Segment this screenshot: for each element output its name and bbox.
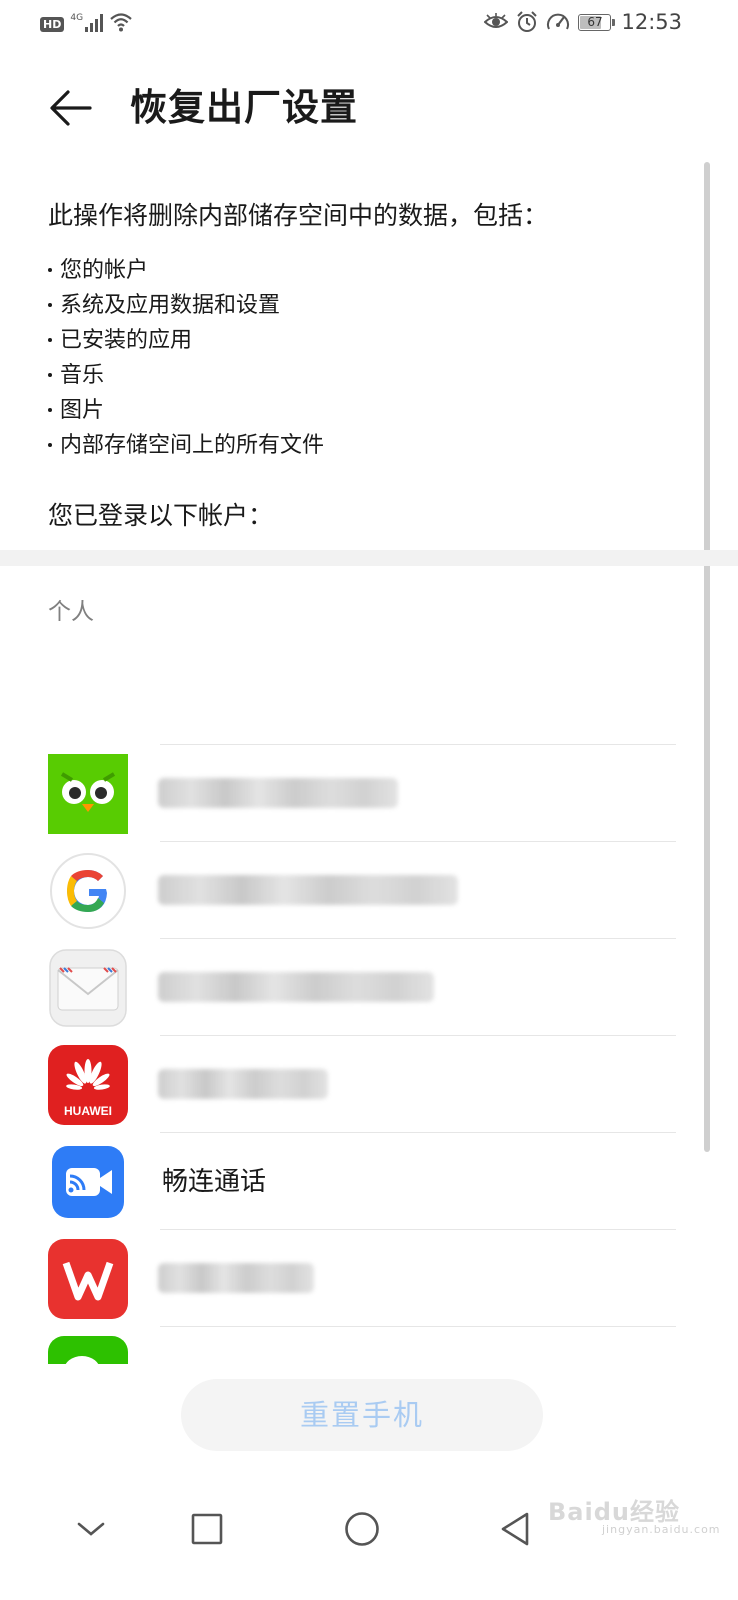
signal-icon (85, 14, 104, 32)
redacted-account (158, 1069, 328, 1099)
square-recents-icon (191, 1513, 223, 1545)
alarm-icon (517, 11, 538, 32)
envelope-icon (49, 949, 127, 1027)
app-bar: 恢复出厂设置 (0, 78, 738, 138)
wps-logo-icon (48, 1239, 128, 1319)
redacted-account (158, 1263, 314, 1293)
battery-level: 67 (587, 14, 603, 29)
svg-text:HUAWEI: HUAWEI (64, 1104, 112, 1118)
account-row-duolingo[interactable] (0, 744, 738, 841)
nav-home-button[interactable] (337, 1504, 387, 1554)
nav-back-button[interactable] (490, 1504, 540, 1554)
list-item: 系统及应用数据和设置 (48, 288, 324, 323)
list-item: 您的帐户 (48, 253, 324, 288)
status-right: 67 12:53 (484, 10, 682, 34)
redacted-account (158, 778, 398, 808)
nav-hide-button[interactable] (66, 1504, 116, 1554)
battery-icon: 67 (578, 13, 616, 31)
watermark: Baidu经验 jingyan.baidu.com (548, 1498, 721, 1536)
account-row-email[interactable] (0, 938, 738, 1035)
video-call-icon (52, 1146, 124, 1218)
data-list: 您的帐户 系统及应用数据和设置 已安装的应用 音乐 图片 内部存储空间上的所有文… (48, 253, 324, 463)
account-row-huawei[interactable]: HUAWEI (0, 1035, 738, 1132)
google-g-icon (50, 853, 126, 929)
hd-badge: HD (40, 17, 65, 32)
redacted-account (158, 972, 434, 1002)
huawei-logo-icon: HUAWEI (48, 1045, 128, 1125)
redacted-account (158, 875, 458, 905)
duolingo-owl-icon (48, 754, 128, 834)
status-left: HD 4G (40, 12, 133, 32)
account-list: HUAWEI 畅连通话 (0, 744, 738, 1364)
arrow-left-icon (50, 90, 92, 126)
speed-icon (547, 13, 570, 30)
account-row-changlian[interactable]: 畅连通话 (0, 1132, 738, 1229)
list-item: 音乐 (48, 358, 324, 393)
eye-icon (484, 13, 509, 28)
network-type: 4G (70, 13, 84, 23)
section-title: 个人 (48, 599, 94, 625)
nav-recents-button[interactable] (182, 1504, 232, 1554)
chevron-down-icon (77, 1522, 105, 1536)
page-title: 恢复出厂设置 (130, 86, 358, 129)
account-name: 畅连通话 (162, 1167, 267, 1197)
accounts-label: 您已登录以下帐户： (48, 501, 274, 530)
back-button[interactable] (44, 82, 96, 134)
account-row-wps[interactable] (0, 1229, 738, 1326)
circle-home-icon (345, 1512, 379, 1546)
clock: 12:53 (621, 10, 682, 34)
section-divider (0, 550, 738, 566)
account-row-google[interactable] (0, 841, 738, 938)
reset-phone-button[interactable]: 重置手机 (181, 1379, 543, 1451)
wifi-icon (110, 13, 132, 32)
description-intro: 此操作将删除内部储存空间中的数据，包括： (48, 201, 549, 230)
list-item: 图片 (48, 393, 324, 428)
account-row-wechat[interactable] (0, 1326, 738, 1364)
wechat-icon (48, 1336, 128, 1364)
list-item: 内部存储空间上的所有文件 (48, 428, 324, 463)
list-item: 已安装的应用 (48, 323, 324, 358)
status-bar: HD 4G 67 12:53 (0, 0, 738, 52)
triangle-back-icon (501, 1512, 529, 1546)
